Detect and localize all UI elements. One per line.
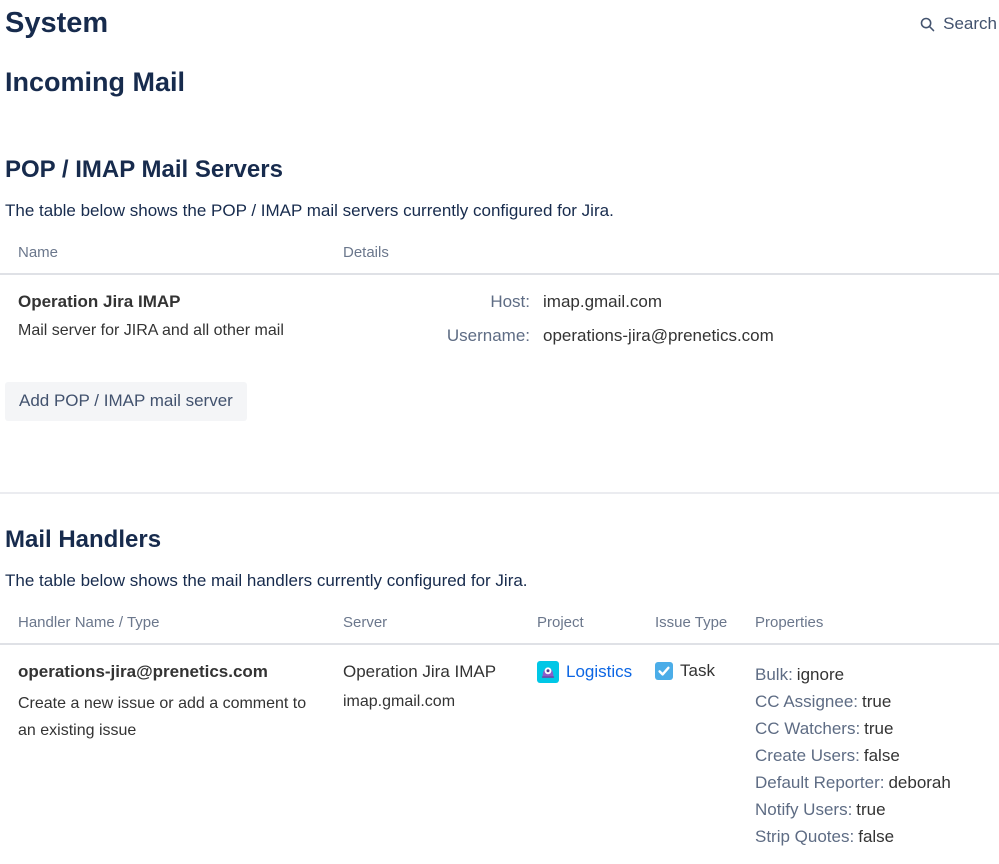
project-avatar-icon [537,661,559,683]
property-value: deborah [888,773,950,792]
property-label: Bulk: [755,665,793,684]
mail-handlers-table: Handler Name / Type Server Project Issue… [0,614,999,850]
property-item: Notify Users:true [755,796,999,823]
property-label: Create Users: [755,746,860,765]
mail-servers-table: Name Details Operation Jira IMAP Mail se… [0,244,999,347]
handler-name: operations-jira@prenetics.com [18,661,343,683]
property-item: CC Watchers:true [755,715,999,742]
mail-server-description: Mail server for JIRA and all other mail [18,320,343,342]
property-item: Create Users:false [755,742,999,769]
property-label: Notify Users: [755,800,852,819]
incoming-mail-heading: Incoming Mail [5,66,999,98]
add-mail-server-button[interactable]: Add POP / IMAP mail server [5,382,247,421]
column-header-issue-type: Issue Type [655,614,755,644]
task-icon [655,662,673,680]
detail-label: Username: [343,325,530,347]
property-item: CC Assignee:true [755,688,999,715]
mail-handlers-heading: Mail Handlers [5,526,999,554]
mail-servers-section: POP / IMAP Mail Servers The table below … [0,156,999,421]
detail-row-host: Host: imap.gmail.com [343,291,999,313]
mail-handler-row: operations-jira@prenetics.com Create a n… [0,644,999,850]
column-header-server: Server [343,614,537,644]
column-header-handler: Handler Name / Type [0,614,343,644]
mail-handlers-description: The table below shows the mail handlers … [5,570,999,592]
property-label: CC Watchers: [755,719,860,738]
page-title: System [5,6,108,40]
property-item: Bulk:ignore [755,661,999,688]
server-host: imap.gmail.com [343,688,537,715]
project-link[interactable]: Logistics [566,662,632,682]
detail-row-username: Username: operations-jira@prenetics.com [343,325,999,347]
mail-servers-description: The table below shows the POP / IMAP mai… [5,200,999,222]
search-icon [919,16,936,33]
project-cell: Logistics [537,661,655,683]
mail-servers-heading: POP / IMAP Mail Servers [5,156,999,184]
column-header-properties: Properties [755,614,999,644]
search-button[interactable]: Search [919,14,997,34]
property-item: Strip Quotes:false [755,823,999,850]
page-header: System Search [0,0,999,40]
column-header-name: Name [0,244,343,274]
property-label: Strip Quotes: [755,827,854,846]
mail-server-row: Operation Jira IMAP Mail server for JIRA… [0,274,999,347]
property-value: ignore [797,665,844,684]
handler-description: Create a new issue or add a comment to a… [18,690,313,744]
issue-type-label: Task [680,661,715,681]
property-label: Default Reporter: [755,773,884,792]
property-value: false [864,746,900,765]
section-divider [0,492,999,494]
property-value: true [864,719,893,738]
detail-value: operations-jira@prenetics.com [543,325,774,347]
issue-type-cell: Task [655,661,755,681]
mail-handlers-section: Mail Handlers The table below shows the … [0,526,999,850]
server-name: Operation Jira IMAP [343,661,537,683]
property-value: true [856,800,885,819]
property-value: false [858,827,894,846]
detail-label: Host: [343,291,530,313]
property-label: CC Assignee: [755,692,858,711]
search-label: Search [943,14,997,34]
property-value: true [862,692,891,711]
mail-server-name: Operation Jira IMAP [18,291,343,313]
column-header-project: Project [537,614,655,644]
column-header-details: Details [343,244,999,274]
property-item: Default Reporter:deborah [755,769,999,796]
detail-value: imap.gmail.com [543,291,662,313]
